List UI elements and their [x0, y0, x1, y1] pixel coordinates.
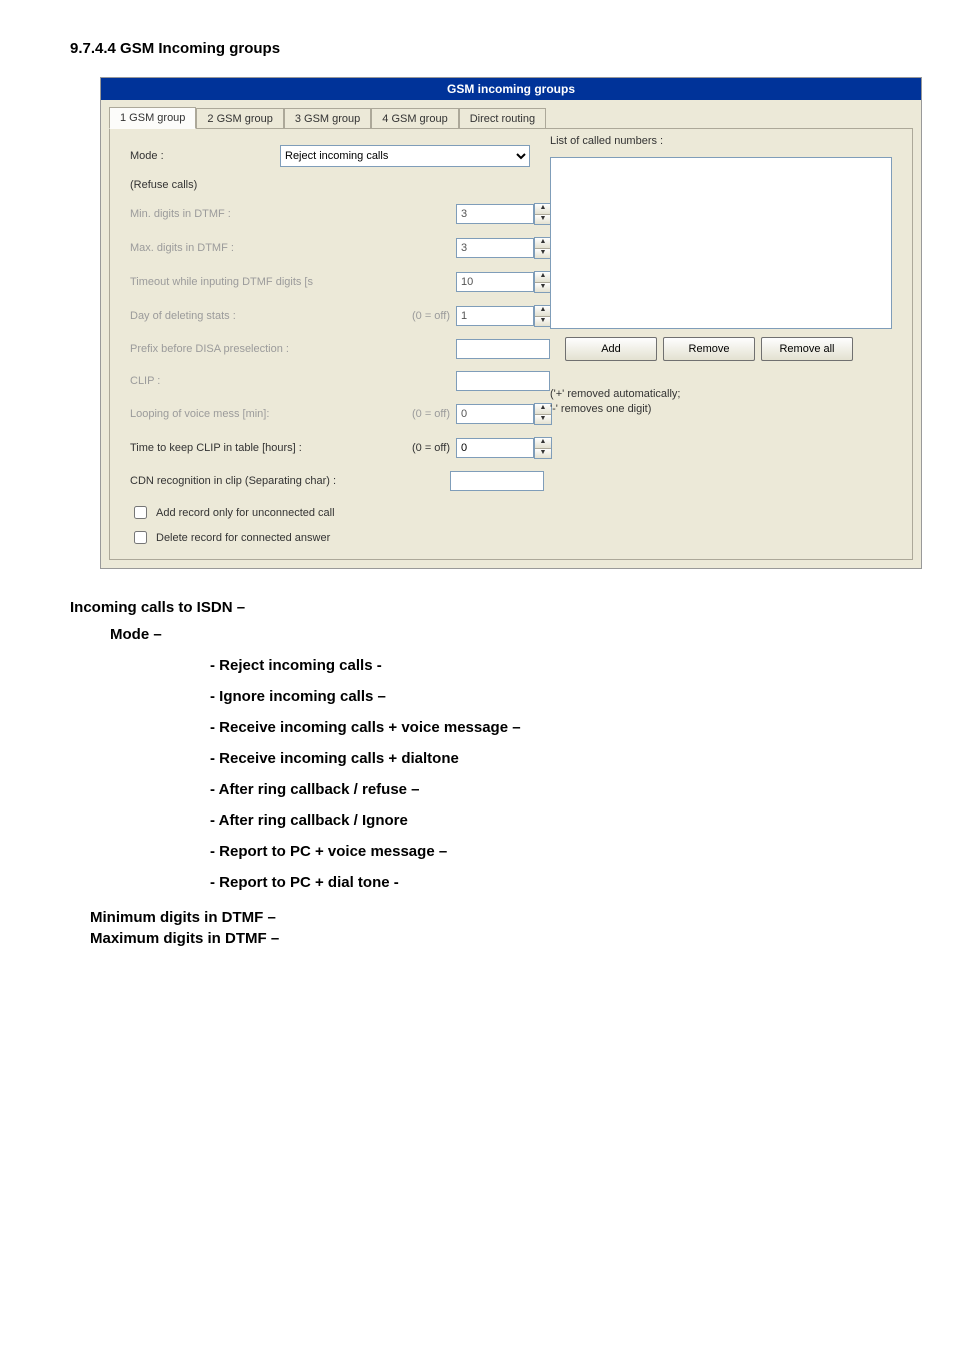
spinner-up-icon[interactable]: ▲ — [535, 404, 551, 415]
remove-all-button[interactable]: Remove all — [761, 337, 853, 361]
remove-button[interactable]: Remove — [663, 337, 755, 361]
clip-input — [456, 371, 550, 391]
spinner-down-icon[interactable]: ▼ — [535, 215, 551, 225]
min-digits-input — [456, 204, 534, 224]
mode-option: - Report to PC + dial tone - — [210, 874, 884, 891]
refuse-calls-label: (Refuse calls) — [130, 179, 390, 191]
add-button[interactable]: Add — [565, 337, 657, 361]
list-called-numbers-label: List of called numbers : — [550, 135, 663, 147]
tab-direct-routing[interactable]: Direct routing — [459, 108, 546, 129]
spinner-up-icon[interactable]: ▲ — [535, 238, 551, 249]
tab-1-gsm-group[interactable]: 1 GSM group — [109, 107, 196, 129]
looping-off: (0 = off) — [390, 408, 456, 420]
mode-label: Mode : — [130, 150, 280, 162]
tab-2-gsm-group[interactable]: 2 GSM group — [196, 108, 283, 129]
gsm-incoming-dialog: GSM incoming groups 1 GSM group 2 GSM gr… — [100, 77, 922, 569]
looping-label: Looping of voice mess [min]: — [130, 408, 390, 420]
mode-select[interactable]: Reject incoming calls — [280, 145, 530, 167]
tab-4-gsm-group[interactable]: 4 GSM group — [371, 108, 458, 129]
day-delete-input — [456, 306, 534, 326]
tab-panel: Mode : Reject incoming calls (Refuse cal… — [109, 128, 913, 560]
mode-option: - Receive incoming calls + voice message… — [210, 719, 884, 736]
mode-option: - After ring callback / Ignore — [210, 812, 884, 829]
timeout-label: Timeout while inputing DTMF digits [s — [130, 276, 390, 288]
spinner-up-icon[interactable]: ▲ — [535, 204, 551, 215]
day-delete-label: Day of deleting stats : — [130, 310, 390, 322]
tab-3-gsm-group[interactable]: 3 GSM group — [284, 108, 371, 129]
add-record-label: Add record only for unconnected call — [156, 507, 335, 519]
mode-option: - Reject incoming calls - — [210, 657, 884, 674]
mode-option: - Report to PC + voice message – — [210, 843, 884, 860]
prefix-label: Prefix before DISA preselection : — [130, 343, 390, 355]
dialog-title: GSM incoming groups — [101, 78, 921, 100]
spinner-down-icon[interactable]: ▼ — [535, 283, 551, 293]
keep-clip-off: (0 = off) — [390, 442, 456, 454]
clip-hint: ('+' removed automatically; '-' removes … — [550, 387, 680, 417]
min-digits-label: Min. digits in DTMF : — [130, 208, 390, 220]
mode-option: - After ring callback / refuse – — [210, 781, 884, 798]
keep-clip-spinner[interactable]: ▲▼ — [534, 437, 552, 459]
timeout-input — [456, 272, 534, 292]
cdn-label: CDN recognition in clip (Separating char… — [130, 475, 450, 487]
called-numbers-listbox[interactable] — [550, 157, 892, 329]
cdn-input[interactable] — [450, 471, 544, 491]
delete-record-checkbox[interactable] — [134, 531, 147, 544]
day-delete-off: (0 = off) — [390, 310, 456, 322]
max-digits-label: Max. digits in DTMF : — [130, 242, 390, 254]
min-dtmf-heading: Minimum digits in DTMF – — [90, 909, 884, 926]
spinner-up-icon[interactable]: ▲ — [535, 306, 551, 317]
mode-options-list: - Reject incoming calls - - Ignore incom… — [210, 657, 884, 891]
section-heading: 9.7.4.4 GSM Incoming groups — [70, 40, 884, 57]
delete-record-label: Delete record for connected answer — [156, 532, 330, 544]
mode-option: - Ignore incoming calls – — [210, 688, 884, 705]
max-dtmf-heading: Maximum digits in DTMF – — [90, 930, 884, 947]
spinner-up-icon[interactable]: ▲ — [535, 438, 551, 449]
mode-heading: Mode – — [110, 626, 884, 643]
spinner-down-icon[interactable]: ▼ — [535, 317, 551, 327]
tab-bar: 1 GSM group 2 GSM group 3 GSM group 4 GS… — [101, 100, 921, 128]
clip-label: CLIP : — [130, 375, 390, 387]
prefix-input — [456, 339, 550, 359]
max-digits-input — [456, 238, 534, 258]
mode-option: - Receive incoming calls + dialtone — [210, 750, 884, 767]
spinner-down-icon[interactable]: ▼ — [535, 449, 551, 459]
add-record-checkbox[interactable] — [134, 506, 147, 519]
keep-clip-label: Time to keep CLIP in table [hours] : — [130, 442, 390, 454]
spinner-down-icon[interactable]: ▼ — [535, 249, 551, 259]
incoming-calls-heading: Incoming calls to ISDN – — [70, 599, 884, 616]
spinner-up-icon[interactable]: ▲ — [535, 272, 551, 283]
looping-input — [456, 404, 534, 424]
keep-clip-input[interactable] — [456, 438, 534, 458]
spinner-down-icon[interactable]: ▼ — [535, 415, 551, 425]
